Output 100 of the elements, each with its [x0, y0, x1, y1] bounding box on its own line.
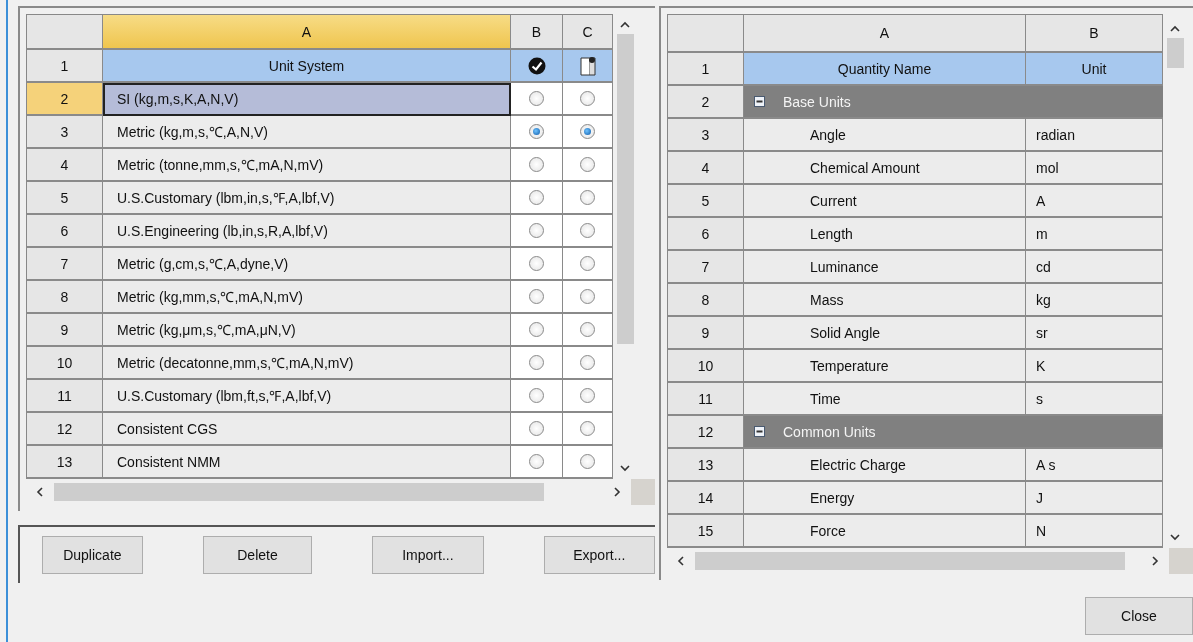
table-cell: K	[1026, 350, 1163, 383]
table-cell: Length	[744, 218, 1026, 251]
radio-button[interactable]	[580, 256, 595, 271]
row-number: 4	[27, 149, 103, 182]
column-header[interactable]: B	[1026, 15, 1163, 53]
row-number: 9	[668, 317, 744, 350]
row-number: 5	[668, 185, 744, 218]
scroll-left-icon[interactable]	[35, 487, 45, 497]
scroll-right-icon[interactable]	[612, 487, 622, 497]
radio-button[interactable]	[529, 91, 544, 106]
radio-button[interactable]	[580, 190, 595, 205]
table-cell[interactable]: Consistent NMM	[103, 446, 511, 479]
row-number: 2	[668, 86, 744, 119]
table-cell: Quantity Name	[744, 53, 1026, 86]
radio-button[interactable]	[580, 289, 595, 304]
table-cell[interactable]: Metric (kg,μm,s,℃,mA,μN,V)	[103, 314, 511, 347]
table-cell: m	[1026, 218, 1163, 251]
radio-button[interactable]	[529, 190, 544, 205]
radio-button[interactable]	[529, 223, 544, 238]
action-button[interactable]: Export...	[543, 536, 655, 574]
document-icon	[579, 55, 596, 76]
scroll-up-icon[interactable]	[620, 20, 630, 30]
row-number: 8	[668, 284, 744, 317]
close-button[interactable]: Close	[1085, 597, 1193, 635]
radio-button[interactable]	[580, 322, 595, 337]
scroll-down-icon[interactable]	[620, 463, 630, 473]
scroll-up-icon[interactable]	[1170, 24, 1180, 34]
table-cell[interactable]: U.S.Customary (lbm,in,s,℉,A,lbf,V)	[103, 182, 511, 215]
table-cell[interactable]: Metric (kg,mm,s,℃,mA,N,mV)	[103, 281, 511, 314]
table-cell[interactable]: Metric (g,cm,s,℃,A,dyne,V)	[103, 248, 511, 281]
table-cell: J	[1026, 482, 1163, 515]
radio-button[interactable]	[580, 421, 595, 436]
row-number: 13	[27, 446, 103, 479]
row-number: 12	[668, 416, 744, 449]
table-cell[interactable]: Metric (decatonne,mm,s,℃,mA,N,mV)	[103, 347, 511, 380]
radio-button[interactable]	[580, 157, 595, 172]
table-cell: Temperature	[744, 350, 1026, 383]
scroll-left-icon[interactable]	[676, 556, 686, 566]
radio-button[interactable]	[529, 124, 544, 139]
scrollbar-thumb[interactable]	[616, 34, 634, 344]
table-cell: Electric Charge	[744, 449, 1026, 482]
collapse-icon[interactable]	[754, 96, 765, 107]
row-number: 14	[668, 482, 744, 515]
table-cell[interactable]: U.S.Engineering (lb,in,s,R,A,lbf,V)	[103, 215, 511, 248]
radio-button[interactable]	[529, 157, 544, 172]
action-button[interactable]: Delete	[202, 536, 313, 574]
table-cell[interactable]: SI (kg,m,s,K,A,N,V)	[103, 83, 511, 116]
action-button[interactable]: Duplicate	[42, 536, 143, 574]
scrollbar-thumb[interactable]	[695, 552, 1125, 570]
table-cell: Unit System	[103, 50, 511, 83]
radio-button[interactable]	[580, 91, 595, 106]
column-header[interactable]: A	[103, 15, 511, 50]
scrollbar-corner	[1169, 548, 1193, 574]
table-cell: A	[1026, 185, 1163, 218]
scrollbar-thumb[interactable]	[1166, 38, 1184, 68]
table-cell[interactable]: Consistent CGS	[103, 413, 511, 446]
row-number: 7	[27, 248, 103, 281]
radio-button[interactable]	[580, 223, 595, 238]
table-cell: Solid Angle	[744, 317, 1026, 350]
radio-button[interactable]	[529, 256, 544, 271]
row-number: 6	[27, 215, 103, 248]
table-cell[interactable]: U.S.Customary (lbm,ft,s,℉,A,lbf,V)	[103, 380, 511, 413]
radio-button[interactable]	[580, 124, 595, 139]
radio-button[interactable]	[529, 388, 544, 403]
row-number: 1	[27, 50, 103, 83]
table-cell: mol	[1026, 152, 1163, 185]
collapse-icon[interactable]	[754, 426, 765, 437]
row-number: 3	[27, 116, 103, 149]
table-cell[interactable]: Metric (tonne,mm,s,℃,mA,N,mV)	[103, 149, 511, 182]
scroll-down-icon[interactable]	[1170, 532, 1180, 542]
row-number: 12	[27, 413, 103, 446]
row-number: 8	[27, 281, 103, 314]
column-header[interactable]: B	[511, 15, 563, 50]
radio-button[interactable]	[580, 388, 595, 403]
scroll-right-icon[interactable]	[1150, 556, 1160, 566]
row-number: 9	[27, 314, 103, 347]
scrollbar-thumb[interactable]	[54, 483, 544, 501]
action-button[interactable]: Import...	[372, 536, 484, 574]
radio-button[interactable]	[529, 355, 544, 370]
table-cell: N	[1026, 515, 1163, 548]
table-cell: Current	[744, 185, 1026, 218]
checkmark-icon	[527, 56, 546, 75]
column-header[interactable]: A	[744, 15, 1026, 53]
table-cell[interactable]: Metric (kg,m,s,℃,A,N,V)	[103, 116, 511, 149]
table-cell: kg	[1026, 284, 1163, 317]
scrollbar-corner	[631, 479, 655, 505]
radio-button[interactable]	[529, 289, 544, 304]
radio-button[interactable]	[529, 322, 544, 337]
radio-button[interactable]	[580, 355, 595, 370]
table-cell: Luminance	[744, 251, 1026, 284]
table-cell: s	[1026, 383, 1163, 416]
table-cell: Unit	[1026, 53, 1163, 86]
column-header[interactable]: C	[563, 15, 613, 50]
row-number: 10	[668, 350, 744, 383]
radio-button[interactable]	[529, 454, 544, 469]
row-number: 3	[668, 119, 744, 152]
radio-button[interactable]	[580, 454, 595, 469]
group-label: Common Units	[783, 423, 876, 440]
radio-button[interactable]	[529, 421, 544, 436]
row-number: 10	[27, 347, 103, 380]
